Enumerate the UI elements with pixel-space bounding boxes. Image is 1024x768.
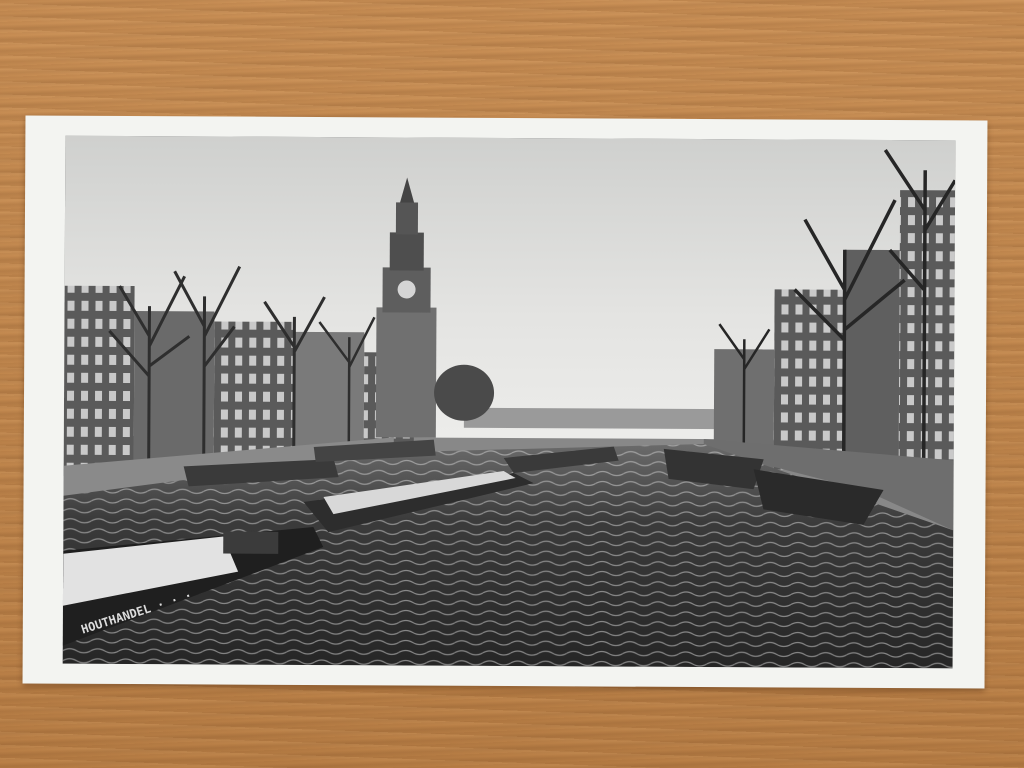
- canal-photograph: HOUTHANDEL · · ·: [62, 135, 956, 669]
- postcard: HOUTHANDEL · · ·: [22, 115, 988, 689]
- wooden-desk: HOUTHANDEL · · ·: [0, 0, 1024, 768]
- distant-skyline: [463, 407, 724, 430]
- photo-scene: HOUTHANDEL · · ·: [62, 135, 956, 669]
